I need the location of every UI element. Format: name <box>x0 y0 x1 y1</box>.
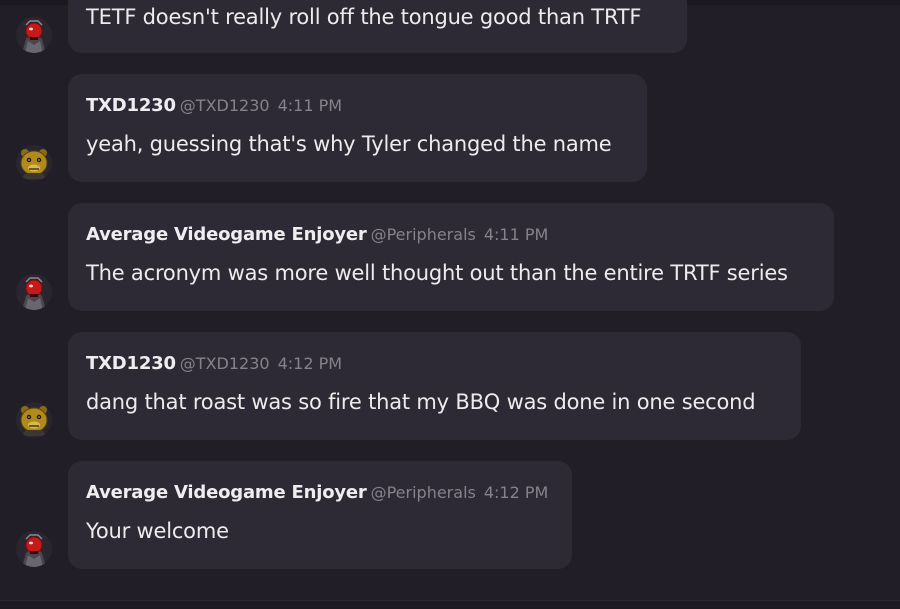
red-mask-avatar[interactable] <box>16 17 52 53</box>
message-text: The acronym was more well thought out th… <box>86 261 788 285</box>
message-header: TXD1230 @TXD1230 4:11 PM <box>86 95 342 117</box>
message-timestamp: 4:11 PM <box>483 225 549 244</box>
message-bubble[interactable]: Average Videogame Enjoyer @Peripherals 4:1… <box>68 461 572 569</box>
message-header: TXD1230 @TXD1230 4:12 PM <box>86 353 342 375</box>
author-handle[interactable]: @Peripherals <box>371 483 476 502</box>
author-name[interactable]: TXD1230 <box>86 95 176 116</box>
message-text: yeah, guessing that's why Tyler changed … <box>86 132 612 156</box>
red-mask-avatar-image <box>16 531 52 567</box>
message-header: Average Videogame Enjoyer @Peripherals 4:1… <box>86 482 548 504</box>
message-timestamp: 4:12 PM <box>277 354 343 373</box>
gold-bear-avatar[interactable] <box>16 145 52 181</box>
message-text: dang that roast was so fire that my BBQ … <box>86 390 756 414</box>
message-timestamp: 4:12 PM <box>483 483 549 502</box>
author-handle[interactable]: @TXD1230 <box>180 354 270 373</box>
message-bubble[interactable]: Average Videogame Enjoyer @Peripherals 4:1… <box>68 203 834 311</box>
message-bubble[interactable]: TXD1230 @TXD1230 4:11 PM yeah, guessing th… <box>68 74 647 182</box>
red-mask-avatar-image <box>16 17 52 53</box>
gold-bear-avatar[interactable] <box>16 402 52 438</box>
message-bubble[interactable]: TXD1230 @TXD1230 4:12 PM dang that roast w… <box>68 332 801 440</box>
red-mask-avatar[interactable] <box>16 531 52 567</box>
bottom-divider <box>0 600 900 609</box>
message-text: Your welcome <box>86 519 229 543</box>
gold-bear-avatar-image <box>16 145 52 181</box>
red-mask-avatar[interactable] <box>16 274 52 310</box>
author-handle[interactable]: @TXD1230 <box>180 96 270 115</box>
message-header: Average Videogame Enjoyer @Peripherals 4:1… <box>86 224 548 246</box>
message-text: TETF doesn't really roll off the tongue … <box>86 5 642 29</box>
red-mask-avatar-image <box>16 274 52 310</box>
message-bubble[interactable]: TETF doesn't really roll off the tongue … <box>68 0 687 53</box>
author-name[interactable]: TXD1230 <box>86 353 176 374</box>
author-handle[interactable]: @Peripherals <box>371 225 476 244</box>
gold-bear-avatar-image <box>16 402 52 438</box>
author-name[interactable]: Average Videogame Enjoyer <box>86 482 367 503</box>
message-timestamp: 4:11 PM <box>277 96 343 115</box>
author-name[interactable]: Average Videogame Enjoyer <box>86 224 367 245</box>
chat-message-list: TETF doesn't really roll off the tongue … <box>0 0 900 609</box>
